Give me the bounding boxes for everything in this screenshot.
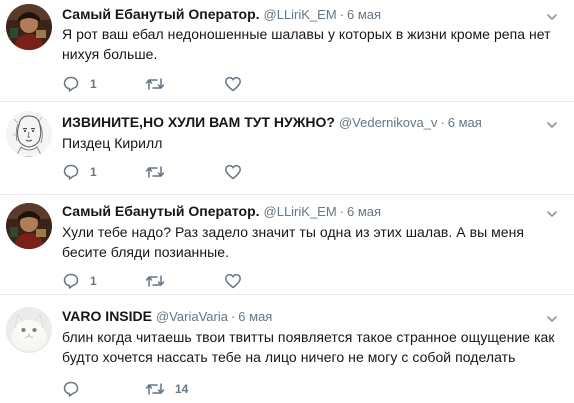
like-button[interactable] bbox=[224, 74, 252, 94]
retweet-button[interactable] bbox=[145, 162, 175, 182]
display-name[interactable]: Самый Ебанутый Оператор. bbox=[62, 203, 260, 219]
tweet-date[interactable]: 6 мая bbox=[347, 204, 381, 219]
like-button[interactable] bbox=[224, 271, 252, 291]
avatar[interactable] bbox=[6, 4, 52, 50]
tweet-actions: 1 bbox=[62, 162, 362, 182]
tweet-actions: 14 bbox=[62, 379, 362, 399]
heart-icon bbox=[225, 273, 241, 289]
tweet[interactable]: Самый Ебанутый Оператор. @LLiriK_EM · 6 мая… bbox=[0, 0, 574, 102]
retweet-icon bbox=[145, 166, 165, 178]
user-handle[interactable]: @LLiriK_EM bbox=[264, 7, 337, 22]
reply-icon bbox=[63, 76, 79, 92]
avatar[interactable] bbox=[6, 111, 52, 157]
tweet-date[interactable]: 6 мая bbox=[238, 309, 272, 324]
tweet-header: Самый Ебанутый Оператор. @LLiriK_EM · 6 мая bbox=[62, 202, 381, 221]
reply-count: 1 bbox=[90, 274, 97, 288]
tweet-text: блин когда читаешь твои твитты появляетс… bbox=[62, 329, 555, 365]
avatar-dark-photo-icon bbox=[6, 4, 52, 50]
user-handle[interactable]: @Vedernikova_v bbox=[339, 115, 437, 130]
retweet-icon bbox=[145, 78, 165, 90]
reply-button[interactable]: 1 bbox=[62, 271, 97, 291]
tweet-header: VARO INSIDE @VariaVaria · 6 мая bbox=[62, 307, 272, 326]
heart-icon bbox=[225, 76, 241, 92]
separator-dot: · bbox=[440, 115, 445, 130]
tweet[interactable]: Самый Ебанутый Оператор. @LLiriK_EM · 6 мая… bbox=[0, 195, 574, 295]
tweet-actions: 1 bbox=[62, 74, 362, 94]
retweet-button[interactable]: 14 bbox=[145, 379, 188, 399]
reply-icon bbox=[63, 273, 79, 289]
tweet-feed: Самый Ебанутый Оператор. @LLiriK_EM · 6 мая… bbox=[0, 0, 574, 403]
reply-icon bbox=[63, 164, 79, 180]
avatar[interactable] bbox=[6, 203, 52, 249]
chevron-down-icon[interactable] bbox=[546, 207, 558, 219]
chevron-down-icon[interactable] bbox=[546, 10, 558, 22]
reply-button[interactable]: 1 bbox=[62, 74, 97, 94]
separator-dot: · bbox=[339, 7, 345, 22]
reply-count: 1 bbox=[90, 77, 97, 91]
avatar-dark-photo-icon bbox=[6, 203, 52, 249]
tweet[interactable]: ИЗВИНИТЕ,НО ХУЛИ ВАМ ТУТ НУЖНО? @Vedernik… bbox=[0, 102, 574, 195]
tweet-text: Я рот ваш ебал недоношенные шалавы у кот… bbox=[62, 26, 551, 62]
reply-button[interactable]: 1 bbox=[62, 162, 97, 182]
tweet-text: Пиздец Кирилл bbox=[62, 135, 163, 151]
reply-count: 1 bbox=[90, 165, 97, 179]
tweet-date[interactable]: 6 мая bbox=[448, 115, 482, 130]
reply-button[interactable] bbox=[62, 379, 80, 399]
retweet-button[interactable] bbox=[145, 271, 175, 291]
display-name[interactable]: ИЗВИНИТЕ,НО ХУЛИ ВАМ ТУТ НУЖНО? bbox=[62, 114, 335, 130]
tweet-actions: 1 bbox=[62, 271, 362, 291]
display-name[interactable]: VARO INSIDE bbox=[62, 308, 152, 324]
heart-icon bbox=[225, 164, 241, 180]
chevron-down-icon[interactable] bbox=[546, 312, 558, 324]
tweet-date[interactable]: 6 мая bbox=[347, 7, 381, 22]
avatar-cat-photo-icon bbox=[6, 307, 52, 353]
like-button[interactable] bbox=[224, 162, 252, 182]
reply-icon bbox=[63, 381, 79, 397]
separator-dot: · bbox=[230, 309, 236, 324]
separator-dot: · bbox=[339, 204, 345, 219]
like-count: 14 bbox=[175, 382, 189, 396]
avatar-sketch-portrait-icon bbox=[6, 111, 52, 157]
user-handle[interactable]: @LLiriK_EM bbox=[264, 204, 337, 219]
retweet-button[interactable] bbox=[145, 74, 175, 94]
retweet-icon bbox=[145, 383, 165, 395]
tweet-header: ИЗВИНИТЕ,НО ХУЛИ ВАМ ТУТ НУЖНО? @Vedernik… bbox=[62, 113, 482, 132]
avatar[interactable] bbox=[6, 307, 52, 353]
tweet-text: Хули тебе надо? Раз задело значит ты одн… bbox=[62, 224, 525, 260]
tweet[interactable]: VARO INSIDE @VariaVaria · 6 мая блин когда … bbox=[0, 295, 574, 403]
chevron-down-icon[interactable] bbox=[546, 118, 558, 130]
tweet-header: Самый Ебанутый Оператор. @LLiriK_EM · 6 мая bbox=[62, 5, 381, 24]
retweet-icon bbox=[145, 275, 165, 287]
user-handle[interactable]: @VariaVaria bbox=[156, 309, 228, 324]
display-name[interactable]: Самый Ебанутый Оператор. bbox=[62, 6, 260, 22]
